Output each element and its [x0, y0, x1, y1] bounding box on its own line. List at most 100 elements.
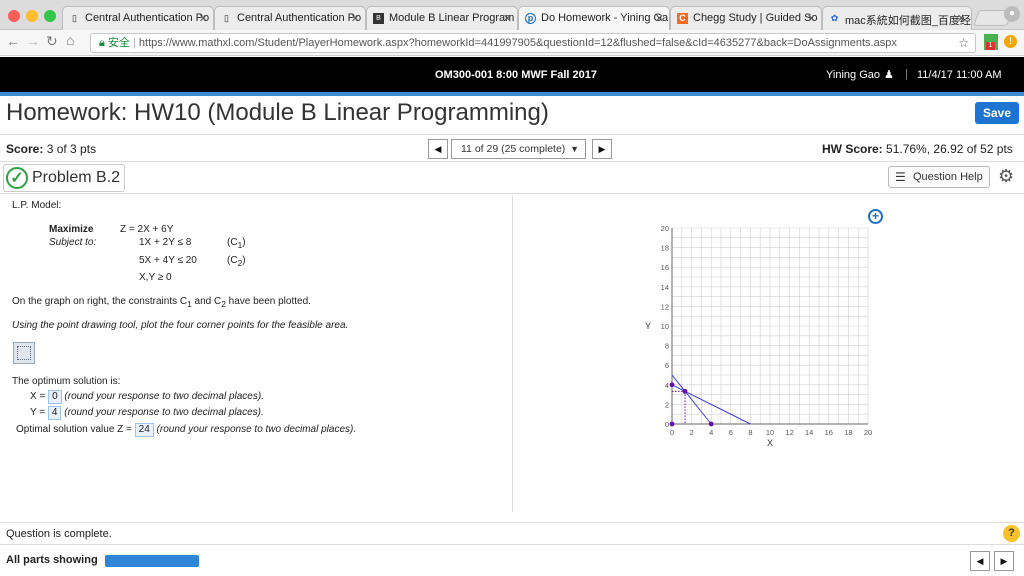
- question-selector[interactable]: 11 of 29 (25 complete) ▼: [451, 139, 586, 159]
- x-tick-label: 8: [748, 428, 752, 437]
- secure-label: 安全: [107, 37, 130, 49]
- profile-icon[interactable]: ●: [1004, 6, 1020, 22]
- browser-tab-3[interactable]: B Module B Linear Program ✕: [366, 6, 518, 30]
- z-answer-field[interactable]: 24: [134, 423, 154, 437]
- c1-prefix: (C: [227, 237, 238, 248]
- progress-track: [105, 555, 199, 567]
- y-axis-label: Y: [645, 321, 651, 331]
- user-icon: ♟: [884, 69, 894, 81]
- plotted-b: and C: [191, 296, 222, 307]
- y-tick-label: 20: [661, 224, 669, 233]
- x-tick-label: 10: [766, 428, 774, 437]
- constraint-c1: 1X + 2Y ≤ 8: [139, 237, 192, 248]
- plotted-text: On the graph on right, the constraints C…: [12, 296, 311, 309]
- constraint-c2-label: (C2): [227, 255, 246, 268]
- close-tab-icon[interactable]: ✕: [199, 12, 208, 25]
- chegg-icon: C: [677, 13, 688, 24]
- close-tab-icon[interactable]: ✕: [807, 12, 816, 25]
- y-tick-label: 0: [665, 420, 669, 429]
- browser-tab-5[interactable]: C Chegg Study | Guided So ✕: [670, 6, 822, 30]
- parts-label: All parts showing: [6, 554, 98, 566]
- course-title: OM300-001 8:00 MWF Fall 2017: [435, 69, 598, 81]
- browser-tab-2[interactable]: ▯ Central Authentication Po ✕: [214, 6, 366, 30]
- back-icon[interactable]: ←: [6, 33, 20, 49]
- y-tick-label: 6: [665, 361, 669, 370]
- bookmark-star-icon[interactable]: ☆: [958, 34, 969, 52]
- chevron-down-icon: ▼: [570, 144, 579, 154]
- save-button[interactable]: Save: [975, 102, 1019, 124]
- round-hint: (round your response to two decimal plac…: [64, 391, 264, 402]
- tab-label: Module B Linear Program: [389, 12, 515, 24]
- optimum-heading: The optimum solution is:: [12, 376, 121, 387]
- close-tab-icon[interactable]: ✕: [351, 12, 360, 25]
- home-icon[interactable]: ⌂: [66, 32, 74, 48]
- x-label: X =: [30, 391, 46, 402]
- round-hint: (round your response to two decimal plac…: [156, 424, 357, 435]
- maximize-window-icon[interactable]: [44, 10, 56, 22]
- tab-label: Do Homework - Yining Ga: [541, 12, 669, 24]
- corner-point: [708, 421, 714, 427]
- tab-label: Central Authentication Po: [237, 12, 362, 24]
- hw-score-label: HW Score:: [822, 142, 883, 156]
- question-help-label: Question Help: [913, 171, 983, 183]
- point-tool-button[interactable]: [13, 342, 35, 364]
- x-tick-label: 20: [864, 428, 872, 437]
- minimize-window-icon[interactable]: [26, 10, 38, 22]
- browser-tab-4[interactable]: p Do Homework - Yining Ga ✕: [518, 6, 670, 31]
- y-tick-label: 14: [661, 283, 669, 292]
- close-tab-icon[interactable]: ✕: [503, 12, 512, 25]
- url-text: https://www.mathxl.com/Student/PlayerHom…: [138, 37, 897, 49]
- hw-score-value: 51.76%, 26.92 of 52 pts: [886, 142, 1013, 156]
- browser-tab-1[interactable]: ▯ Central Authentication Po ✕: [62, 6, 214, 30]
- score-value: 3 of 3 pts: [46, 142, 97, 156]
- y-answer-field[interactable]: 4: [47, 406, 62, 420]
- alert-icon[interactable]: !: [1004, 35, 1017, 48]
- lp-graph[interactable]: 0 2 4 6 8 10 12 14 16 18 20 0 2 4 6 8 10 12 14 16 18 20 X Y: [640, 218, 885, 458]
- help-icon[interactable]: ?: [1003, 525, 1020, 542]
- constraint-c1-label: (C1): [227, 237, 246, 250]
- previous-part-button[interactable]: ◀: [970, 551, 990, 571]
- close-tab-icon[interactable]: ✕: [655, 12, 664, 25]
- close-tab-icon[interactable]: ✕: [957, 12, 966, 25]
- question-help-button[interactable]: ☰ Question Help: [888, 166, 990, 188]
- page-icon: ▯: [72, 13, 77, 23]
- y-label: Y =: [30, 407, 46, 418]
- module-icon: B: [373, 13, 384, 24]
- check-icon: ✓: [6, 167, 28, 189]
- url-input[interactable]: 🔒︎ 安全 | https://www.mathxl.com/Student/P…: [90, 33, 976, 53]
- baidu-icon: ✿: [830, 13, 839, 23]
- previous-question-button[interactable]: ◀: [428, 139, 448, 159]
- problem-title: Problem B.2: [32, 169, 121, 186]
- user-name[interactable]: Yining Gao: [826, 69, 880, 81]
- browser-tab-6[interactable]: ✿ mac系統如何截图_百度经验 ✕: [822, 6, 972, 30]
- c2-prefix: (C: [227, 255, 238, 266]
- y-tick-label: 2: [665, 400, 669, 409]
- question-status: Question is complete.: [6, 528, 112, 540]
- x-tick-label: 16: [825, 428, 833, 437]
- reload-icon[interactable]: ↻: [46, 33, 58, 50]
- pearson-icon: p: [525, 13, 536, 24]
- content-divider: [512, 196, 513, 512]
- question-selector-label: 11 of 29 (25 complete): [461, 143, 566, 155]
- next-part-button[interactable]: ▶: [994, 551, 1014, 571]
- parts-bar: All parts showing ◀ ▶: [0, 544, 1024, 576]
- z-label: Optimal solution value Z =: [16, 424, 132, 435]
- forward-icon[interactable]: →: [26, 33, 40, 49]
- address-bar-row: ← → ↻ ⌂ 🔒︎ 安全 | https://www.mathxl.com/S…: [0, 30, 1024, 56]
- point-tool-icon: [17, 346, 31, 360]
- y-tick-label: 4: [665, 381, 669, 390]
- score-label: Score:: [6, 142, 44, 156]
- close-window-icon[interactable]: [8, 10, 20, 22]
- header-divider: |: [905, 68, 908, 80]
- y-tick-label: 16: [661, 263, 669, 272]
- next-question-button[interactable]: ▶: [592, 139, 612, 159]
- gear-icon[interactable]: ⚙: [998, 166, 1014, 187]
- problem-title-box: ✓ Problem B.2: [3, 164, 125, 192]
- x-answer-row: X = 0 (round your response to two decima…: [30, 390, 264, 404]
- course-header: OM300-001 8:00 MWF Fall 2017 Yining Gao …: [0, 57, 1024, 92]
- x-answer-field[interactable]: 0: [48, 390, 62, 404]
- plotted-c: have been plotted.: [225, 296, 311, 307]
- x-tick-label: 14: [805, 428, 813, 437]
- x-tick-label: 6: [729, 428, 733, 437]
- extension-icon[interactable]: 1: [984, 34, 998, 50]
